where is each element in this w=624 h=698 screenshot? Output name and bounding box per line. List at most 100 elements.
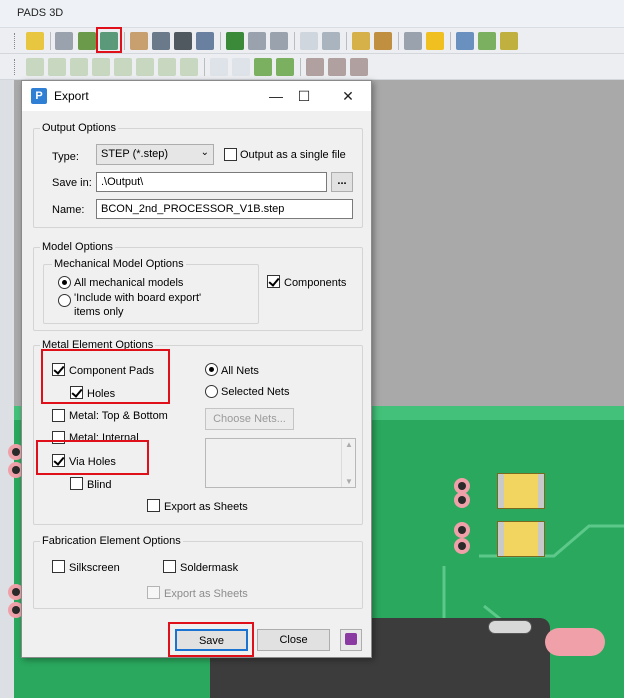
metal-export-sheets-label: Export as Sheets — [164, 501, 248, 513]
toolbar-view — [0, 54, 624, 80]
save-in-input[interactable]: .\Output\ — [96, 172, 327, 192]
name-input[interactable]: BCON_2nd_PROCESSOR_V1B.step — [96, 199, 353, 219]
route-icon[interactable] — [248, 32, 266, 50]
toolbar-grip[interactable] — [14, 33, 16, 49]
fab-export-sheets-label: Export as Sheets — [164, 588, 248, 600]
include-with-board-radio[interactable] — [58, 294, 71, 307]
include-with-board-label: 'Include with board export' — [74, 292, 202, 304]
single-file-checkbox[interactable] — [224, 148, 237, 161]
type-select[interactable]: STEP (*.step) ⌄ — [96, 144, 214, 165]
fabrication-options-label: Fabrication Element Options — [40, 535, 183, 547]
connector-pad — [545, 628, 605, 656]
pads-app-icon: P — [31, 88, 47, 104]
nets-list-scrollbar[interactable]: ▲ ▼ — [341, 439, 355, 487]
import-icon[interactable] — [55, 32, 73, 50]
metal-top-bottom-checkbox[interactable] — [52, 409, 65, 422]
new-icon[interactable] — [26, 32, 44, 50]
output-options-label: Output Options — [40, 122, 118, 134]
measure-icon[interactable] — [352, 32, 370, 50]
model-options-label: Model Options — [40, 241, 115, 253]
metal-top-bottom-label: Metal: Top & Bottom — [69, 410, 168, 422]
app-title-bar: PADS 3D — [0, 0, 624, 28]
export-icon[interactable] — [78, 32, 96, 50]
highlight-component-pads — [41, 349, 170, 404]
route-all-icon[interactable] — [270, 32, 288, 50]
fab-export-sheets-checkbox[interactable] — [147, 586, 160, 599]
dialog-title-bar: P Export — ☐ ✕ — [22, 81, 371, 111]
check-icon[interactable] — [478, 32, 496, 50]
nets-list[interactable]: ▲ ▼ — [205, 438, 356, 488]
toolbar-grip-2[interactable] — [14, 59, 16, 75]
dimension-icon[interactable] — [404, 32, 422, 50]
all-nets-radio[interactable] — [205, 363, 218, 376]
dialog-title: Export — [54, 89, 89, 103]
single-file-label: Output as a single file — [240, 149, 346, 161]
model-icon[interactable] — [196, 32, 214, 50]
rotate-icon[interactable] — [276, 58, 294, 76]
preview-icon[interactable] — [300, 32, 318, 50]
bug-icon[interactable] — [226, 32, 244, 50]
highlight-save-button — [168, 622, 254, 657]
script-icon[interactable] — [500, 32, 518, 50]
all-nets-label: All Nets — [221, 365, 259, 377]
properties-icon[interactable] — [130, 32, 148, 50]
app-title: PADS 3D — [17, 7, 64, 19]
view-save-icon[interactable] — [180, 58, 198, 76]
toolbar-main — [0, 28, 624, 54]
smd-component — [498, 522, 544, 556]
highlight-via-holes — [36, 440, 149, 475]
type-label: Type: — [52, 151, 79, 163]
type-select-value: STEP (*.step) — [101, 148, 169, 160]
view-iso-icon[interactable] — [26, 58, 44, 76]
view-bottom-icon[interactable] — [70, 58, 88, 76]
warning-icon[interactable] — [426, 32, 444, 50]
selected-nets-radio[interactable] — [205, 385, 218, 398]
view-back-icon[interactable] — [114, 58, 132, 76]
help-icon[interactable] — [340, 629, 362, 651]
components-checkbox[interactable] — [267, 275, 280, 288]
silkscreen-label: Silkscreen — [69, 562, 120, 574]
view-top-icon[interactable] — [48, 58, 66, 76]
soldermask-label: Soldermask — [180, 562, 239, 574]
metal-export-sheets-checkbox[interactable] — [147, 499, 160, 512]
settings-icon[interactable] — [456, 32, 474, 50]
via-pad — [454, 538, 470, 554]
silkscreen-checkbox[interactable] — [52, 560, 65, 573]
name-label: Name: — [52, 204, 85, 216]
select-icon[interactable] — [232, 58, 250, 76]
zoom-icon[interactable] — [322, 32, 340, 50]
all-mechanical-radio[interactable] — [58, 276, 71, 289]
section-x-icon[interactable] — [328, 58, 346, 76]
highlight-export-step-icon — [96, 27, 122, 53]
view-left-icon[interactable] — [136, 58, 154, 76]
close-icon[interactable]: ✕ — [326, 83, 370, 109]
choose-nets-button[interactable]: Choose Nets... — [205, 408, 294, 430]
chevron-down-icon: ⌄ — [200, 147, 209, 158]
browse-button[interactable]: ... — [331, 172, 353, 192]
close-button[interactable]: Close — [257, 629, 330, 651]
section-y-icon[interactable] — [350, 58, 368, 76]
fit-icon[interactable] — [210, 58, 228, 76]
smd-component — [498, 474, 544, 508]
selected-nets-label: Selected Nets — [221, 386, 290, 398]
library-icon[interactable] — [152, 32, 170, 50]
blind-label: Blind — [87, 479, 112, 491]
via-pad — [454, 522, 470, 538]
maximize-button[interactable]: ☐ — [282, 83, 326, 109]
soldermask-checkbox[interactable] — [163, 560, 176, 573]
scroll-down-icon[interactable]: ▼ — [345, 477, 353, 486]
pan-icon[interactable] — [254, 58, 272, 76]
components-label: Components — [284, 277, 347, 289]
tools-icon[interactable] — [374, 32, 392, 50]
package-icon[interactable] — [174, 32, 192, 50]
all-mechanical-label: All mechanical models — [74, 277, 184, 289]
view-right-icon[interactable] — [158, 58, 176, 76]
scroll-up-icon[interactable]: ▲ — [345, 440, 353, 449]
include-with-board-label-2: items only — [74, 306, 124, 318]
save-in-label: Save in: — [52, 177, 92, 189]
mechanical-model-label: Mechanical Model Options — [52, 258, 186, 270]
view-front-icon[interactable] — [92, 58, 110, 76]
blind-checkbox[interactable] — [70, 477, 83, 490]
section-icon[interactable] — [306, 58, 324, 76]
connector-pin — [488, 620, 532, 634]
